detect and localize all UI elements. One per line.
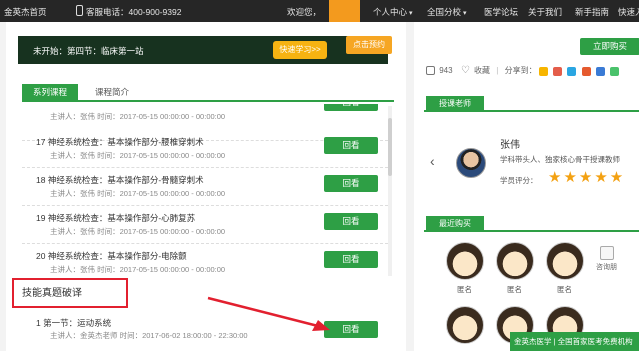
phone-icon — [76, 5, 83, 16]
avatar — [496, 242, 534, 280]
tencent-weibo-icon[interactable] — [567, 66, 577, 76]
avatar — [546, 242, 584, 280]
lesson-meta: 主讲人：张伟 时间：2017-05-15 00:00:00 - 00:00:00 — [50, 227, 226, 236]
nav-personal-center[interactable]: 个人中心 — [373, 6, 413, 18]
like-count: 943 — [439, 66, 453, 75]
recent-header-label: 最近购买 — [426, 216, 484, 232]
nav-guide[interactable]: 新手指南 — [575, 6, 609, 18]
qzone-icon[interactable] — [538, 66, 548, 76]
renren-icon[interactable] — [581, 66, 591, 76]
social-bar: 943 ♡ 收藏 | 分享到： — [426, 65, 622, 76]
scrollbar-thumb[interactable] — [388, 118, 392, 176]
replay-button[interactable]: 回看 — [324, 104, 378, 111]
list-item: 18 神经系统检查：基本操作部分-骨髓穿刺术 主讲人：张伟 时间：2017-05… — [22, 167, 388, 206]
fast-learn-button[interactable]: 快速学习>> — [273, 41, 327, 59]
rating-label: 学员评分： — [500, 176, 538, 185]
list-item: 1 第一节：运动系统 主讲人：金英杰老师 时间：2017-06-02 18:00… — [22, 314, 388, 346]
customer-service-phone: 客服电话：400-900-9392 — [86, 7, 182, 17]
home-link[interactable]: 金英杰首页 — [4, 6, 47, 18]
lesson-meta: 主讲人：张伟 时间：2017-05-15 00:00:00 - 00:00:00 — [50, 265, 226, 274]
list-item: 19 神经系统检查：基本操作部分-心肺复苏 主讲人：张伟 时间：2017-05-… — [22, 205, 388, 244]
lesson-title[interactable]: 18 神经系统检查：基本操作部分-骨髓穿刺术 — [36, 174, 204, 186]
book-live-button[interactable]: 点击预约 — [346, 36, 392, 54]
divider: | — [496, 66, 499, 75]
buy-now-button[interactable]: 立即购买 — [580, 38, 639, 55]
lesson-meta: 主讲人：张伟 时间：2017-05-15 00:00:00 - 00:00:00 — [50, 112, 226, 121]
replay-button[interactable]: 回看 — [324, 251, 378, 268]
avatar — [446, 242, 484, 280]
weibo-icon[interactable] — [553, 66, 563, 76]
live-status-text: 未开始：第四节：临床第一站 — [33, 46, 144, 56]
lesson-meta: 主讲人：张伟 时间：2017-05-15 00:00:00 - 00:00:00 — [50, 189, 226, 198]
avatar — [446, 306, 484, 344]
teacher-description: 学科带头人、独家核心骨干授课教师 — [500, 155, 620, 164]
lesson-meta: 主讲人：张伟 时间：2017-05-15 00:00:00 - 00:00:00 — [50, 151, 226, 160]
teacher-section-header: 授课老师 — [424, 96, 639, 112]
nav-about[interactable]: 关于我们 — [528, 6, 562, 18]
nav-branches[interactable]: 全国分校 — [427, 6, 467, 18]
teacher-name: 张伟 — [500, 140, 520, 151]
consult-icon[interactable] — [600, 246, 614, 260]
chevron-left-icon[interactable]: ‹ — [430, 153, 435, 169]
nav-forum[interactable]: 医学论坛 — [484, 6, 518, 18]
lesson-title[interactable]: 19 神经系统检查：基本操作部分-心肺复苏 — [36, 212, 195, 224]
top-navigation-bar: 金英杰首页 客服电话：400-900-9392 欢迎您， 个人中心 全国分校 医… — [0, 0, 639, 22]
lesson-list: 主讲人：张伟 时间：2017-05-15 00:00:00 - 00:00:00… — [22, 104, 388, 278]
consult-label[interactable]: 咨询朋 — [596, 262, 617, 272]
replay-button[interactable]: 回看 — [324, 137, 378, 154]
nav-quick-entry[interactable]: 快速入 — [618, 6, 639, 18]
teacher-avatar — [456, 148, 486, 178]
tab-series-courses[interactable]: 系列课程 — [22, 84, 78, 100]
promo-footer-banner[interactable]: 金英杰医学 | 全国首家医考免费机构 — [510, 332, 639, 351]
list-item: 17 神经系统检查：基本操作部分-腰椎穿刺术 主讲人：张伟 时间：2017-05… — [22, 129, 388, 168]
replay-button[interactable]: 回看 — [324, 175, 378, 192]
user-name-tab[interactable] — [329, 0, 360, 22]
lesson-title[interactable]: 1 第一节：运动系统 — [36, 317, 111, 329]
lesson-title[interactable]: 20 神经系统检查：基本操作部分-电除颤 — [36, 250, 187, 262]
heart-icon[interactable]: ♡ — [461, 65, 470, 76]
highlight-box — [12, 278, 128, 308]
douban-icon[interactable] — [595, 66, 605, 76]
welcome-text: 欢迎您， — [287, 7, 322, 17]
replay-button[interactable]: 回看 — [324, 213, 378, 230]
buyer-name: 匿名 — [457, 285, 472, 294]
share-label: 分享到： — [504, 66, 537, 75]
buyer-name: 匿名 — [557, 285, 572, 294]
lesson-meta: 主讲人：金英杰老师 时间：2017-06-02 18:00:00 - 22:30… — [50, 331, 248, 340]
favorite-label[interactable]: 收藏 — [474, 66, 490, 75]
buyer-name: 匿名 — [507, 285, 522, 294]
recent-buyers-header: 最近购买 — [424, 216, 639, 232]
rating-stars: ★★★★★ — [548, 169, 626, 186]
teacher-header-label: 授课老师 — [426, 96, 484, 112]
lesson-title[interactable]: 17 神经系统检查：基本操作部分-腰椎穿刺术 — [36, 136, 204, 148]
live-status-banner: 未开始：第四节：临床第一站 快速学习>> — [18, 36, 388, 64]
tab-course-intro[interactable]: 课程简介 — [92, 84, 132, 100]
share-icons — [538, 66, 622, 76]
wechat-icon[interactable] — [609, 66, 619, 76]
replay-button[interactable]: 回看 — [324, 321, 378, 338]
list-item: 20 神经系统检查：基本操作部分-电除颤 主讲人：张伟 时间：2017-05-1… — [22, 243, 388, 278]
thumbs-up-icon[interactable] — [426, 66, 435, 76]
course-tabs: 系列课程 课程简介 — [22, 84, 394, 102]
